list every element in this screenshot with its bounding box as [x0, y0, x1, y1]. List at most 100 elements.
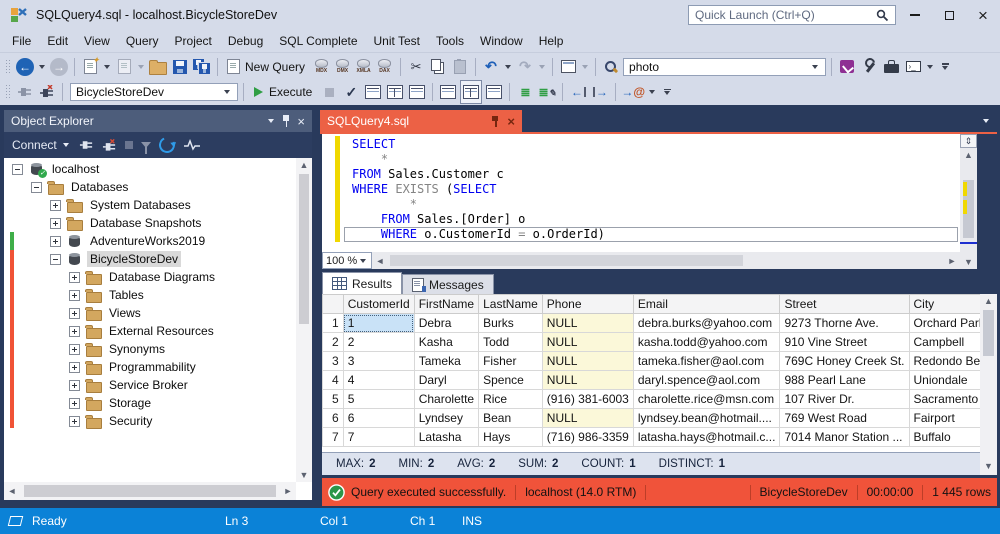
grid-cell[interactable]: Uniondale: [909, 371, 980, 390]
grid-cell[interactable]: NULL: [542, 333, 633, 352]
scroll-right-icon[interactable]: ►: [280, 484, 296, 498]
grid-cell[interactable]: Latasha: [414, 428, 478, 447]
minimize-button[interactable]: [898, 0, 932, 30]
grid-cell[interactable]: 769C Honey Creek St.: [780, 352, 909, 371]
grid-cell[interactable]: Todd: [479, 333, 543, 352]
grid-cell[interactable]: 2: [343, 333, 414, 352]
grid-cell[interactable]: Debra: [414, 314, 478, 333]
tree-item-database-snapshots[interactable]: Database Snapshots: [4, 214, 296, 232]
column-header-customerid[interactable]: CustomerId: [343, 295, 414, 314]
scroll-thumb[interactable]: [299, 174, 309, 324]
scroll-down-icon[interactable]: ▼: [296, 468, 312, 482]
activity-monitor-icon[interactable]: [183, 139, 201, 151]
sql-editor[interactable]: SELECT *FROM Sales.Customer cWHERE EXIST…: [322, 134, 960, 252]
tree-vertical-scrollbar[interactable]: ▲ ▼: [296, 158, 312, 482]
expand-icon[interactable]: [50, 200, 61, 211]
toolbar-grip[interactable]: [5, 84, 10, 100]
scroll-thumb[interactable]: [390, 255, 743, 266]
grid-cell[interactable]: NULL: [542, 371, 633, 390]
tree-item-databases[interactable]: Databases: [4, 178, 296, 196]
disconnect-icon[interactable]: [102, 138, 117, 152]
connect-object-icon[interactable]: [79, 138, 94, 152]
scroll-down-icon[interactable]: ▼: [980, 459, 997, 473]
database-combo[interactable]: BicycleStoreDev: [70, 83, 238, 101]
toolbar-mdx-query-button[interactable]: MDX: [311, 56, 332, 78]
grid-cell[interactable]: latasha.hays@hotmail.c...: [633, 428, 780, 447]
zoom-combo[interactable]: 100 %: [322, 252, 372, 269]
scroll-down-icon[interactable]: ▼: [960, 255, 977, 269]
column-header-phone[interactable]: Phone: [542, 295, 633, 314]
grid-cell[interactable]: 7: [343, 428, 414, 447]
sql-complete-button[interactable]: →@: [621, 81, 645, 103]
layout-dropdown-icon[interactable]: [582, 65, 588, 69]
navigate-back-button[interactable]: ←: [15, 56, 35, 78]
column-header-email[interactable]: Email: [633, 295, 780, 314]
row-number-header[interactable]: [323, 295, 344, 314]
menu-item-debug[interactable]: Debug: [220, 31, 271, 51]
expand-icon[interactable]: [69, 326, 80, 337]
ssms-tools-button[interactable]: [837, 56, 857, 78]
grid-cell[interactable]: Charolette: [414, 390, 478, 409]
undo-button[interactable]: ↶: [481, 56, 501, 78]
tree-item-adventureworks2019[interactable]: AdventureWorks2019: [4, 232, 296, 250]
expand-icon[interactable]: [69, 308, 80, 319]
grid-cell[interactable]: Rice: [479, 390, 543, 409]
grid-cell[interactable]: charolette.rice@msn.com: [633, 390, 780, 409]
grid-cell[interactable]: Daryl: [414, 371, 478, 390]
grid-cell[interactable]: Campbell: [909, 333, 980, 352]
new-dropdown-icon[interactable]: [104, 65, 110, 69]
tree-item-synonyms[interactable]: Synonyms: [4, 340, 296, 358]
grid-cell[interactable]: NULL: [542, 409, 633, 428]
grid-cell[interactable]: NULL: [542, 352, 633, 371]
toolbar-overflow-button[interactable]: [940, 63, 950, 70]
toolbar-dmx-query-button[interactable]: DMX: [332, 56, 353, 78]
row-number-cell[interactable]: 5: [323, 390, 344, 409]
quick-launch-input[interactable]: Quick Launch (Ctrl+Q): [688, 5, 896, 25]
menu-item-tools[interactable]: Tools: [428, 31, 472, 51]
object-explorer-titlebar[interactable]: Object Explorer ×: [4, 110, 312, 132]
expand-icon[interactable]: [69, 344, 80, 355]
expand-icon[interactable]: [50, 236, 61, 247]
cut-button[interactable]: ✂: [406, 56, 426, 78]
row-number-cell[interactable]: 4: [323, 371, 344, 390]
scroll-thumb[interactable]: [983, 310, 994, 356]
grid-cell[interactable]: 5: [343, 390, 414, 409]
grid-cell[interactable]: tameka.fisher@aol.com: [633, 352, 780, 371]
row-number-cell[interactable]: 3: [323, 352, 344, 371]
find-button[interactable]: [601, 56, 621, 78]
add-item-button[interactable]: [114, 56, 134, 78]
grid-cell[interactable]: Fairport: [909, 409, 980, 428]
toolbox-button[interactable]: [881, 56, 901, 78]
refresh-icon[interactable]: [156, 135, 177, 156]
grid-cell[interactable]: NULL: [542, 314, 633, 333]
toolbar-overflow-button[interactable]: [662, 89, 672, 96]
grid-cell[interactable]: 9273 Thorne Ave.: [780, 314, 909, 333]
tab-results[interactable]: Results: [322, 272, 402, 294]
increase-indent-button[interactable]: →: [590, 81, 610, 103]
filter-icon[interactable]: [141, 142, 151, 148]
grid-cell[interactable]: Lyndsey: [414, 409, 478, 428]
grid-cell[interactable]: daryl.spence@aol.com: [633, 371, 780, 390]
grid-cell[interactable]: 769 West Road: [780, 409, 909, 428]
results-to-grid-button[interactable]: [460, 80, 482, 104]
row-number-cell[interactable]: 7: [323, 428, 344, 447]
grid-cell[interactable]: 4: [343, 371, 414, 390]
new-query-button[interactable]: New Query: [223, 56, 309, 78]
tree-item-storage[interactable]: Storage: [4, 394, 296, 412]
back-dropdown-icon[interactable]: [39, 65, 45, 69]
grid-cell[interactable]: Redondo Be: [909, 352, 980, 371]
expand-icon[interactable]: [69, 290, 80, 301]
splitter-handle[interactable]: ⇕: [960, 134, 977, 148]
tab-sqlquery4[interactable]: SQLQuery4.sql ×: [320, 110, 522, 132]
toolbar-dax-query-button[interactable]: DAX: [374, 56, 395, 78]
tree-item-system-databases[interactable]: System Databases: [4, 196, 296, 214]
grid-vertical-scrollbar[interactable]: ▲ ▼: [980, 294, 997, 475]
scroll-left-icon[interactable]: ◄: [4, 484, 20, 498]
expand-icon[interactable]: [69, 416, 80, 427]
close-icon[interactable]: ×: [507, 114, 515, 129]
panel-menu-icon[interactable]: [268, 119, 274, 123]
expand-icon[interactable]: [69, 398, 80, 409]
tree-item-programmability[interactable]: Programmability: [4, 358, 296, 376]
results-grid[interactable]: CustomerIdFirstNameLastNamePhoneEmailStr…: [322, 294, 980, 452]
results-to-text-button[interactable]: [438, 81, 458, 103]
